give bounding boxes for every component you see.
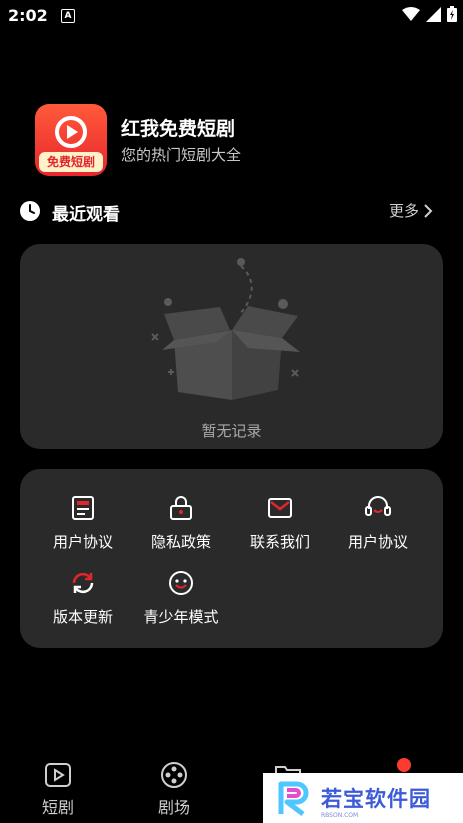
menu-label: 用户协议 [52, 533, 113, 551]
teen-mode-button[interactable]: 青少年模式 [132, 568, 230, 627]
menu-label: 青少年模式 [143, 608, 219, 626]
clock-icon [20, 201, 40, 221]
smiley-icon [169, 571, 193, 595]
document-icon [72, 496, 94, 520]
status-bar: 2:02 A [0, 0, 463, 32]
watermark-r-icon [278, 781, 309, 816]
empty-text: 暂无记录 [201, 422, 262, 440]
more-label: 更多 [389, 202, 420, 220]
empty-box-icon [151, 258, 300, 400]
play-circle-icon [55, 116, 87, 148]
notification-dot [397, 758, 411, 772]
notification-indicator: A [61, 9, 75, 23]
battery-icon [447, 6, 457, 22]
mail-icon [268, 498, 292, 518]
menu-label: 联系我们 [249, 533, 310, 551]
menu-label: 版本更新 [52, 608, 113, 626]
headset-icon [365, 496, 391, 516]
refresh-icon [72, 572, 94, 594]
tab-label: 剧场 [157, 798, 190, 817]
logo-badge: 免费短剧 [39, 152, 103, 172]
system-icons [402, 6, 457, 22]
play-icon [45, 763, 71, 787]
user-agreement-button[interactable]: 用户协议 [34, 493, 132, 552]
app-logo: 免费短剧 [35, 104, 107, 176]
menu-label: 用户协议 [347, 533, 408, 551]
menu-label: 隐私政策 [150, 533, 211, 551]
status-time: 2:02 [8, 6, 48, 25]
version-update-button[interactable]: 版本更新 [34, 568, 132, 627]
signal-icon [426, 6, 441, 22]
watermark-subtext: RBSON.COM [321, 812, 359, 819]
lock-icon [170, 496, 192, 520]
recent-empty-card: 暂无记录 [20, 244, 443, 449]
film-reel-icon [161, 762, 187, 788]
more-button[interactable]: 更多 [389, 200, 433, 221]
tab-theater[interactable]: 剧场 [134, 760, 214, 818]
recent-title: 最近观看 [52, 205, 120, 225]
chevron-right-icon [424, 203, 433, 218]
tab-short-drama[interactable]: 短剧 [18, 760, 98, 818]
menu-card: 用户协议 隐私政策 联系我们 用户协议 版本更新 青少年模式 [20, 469, 443, 648]
contact-us-button[interactable]: 联系我们 [231, 493, 329, 552]
wifi-icon [402, 6, 420, 21]
app-title: 红我免费短剧 [121, 118, 236, 140]
tab-label: 短剧 [41, 798, 74, 817]
privacy-policy-button[interactable]: 隐私政策 [132, 493, 230, 552]
user-agreement-2-button[interactable]: 用户协议 [329, 493, 427, 552]
watermark-text: 若宝软件园 [321, 787, 431, 811]
app-subtitle: 您的热门短剧大全 [121, 146, 242, 164]
watermark-logo: 若宝软件园 RBSON.COM [263, 773, 463, 823]
